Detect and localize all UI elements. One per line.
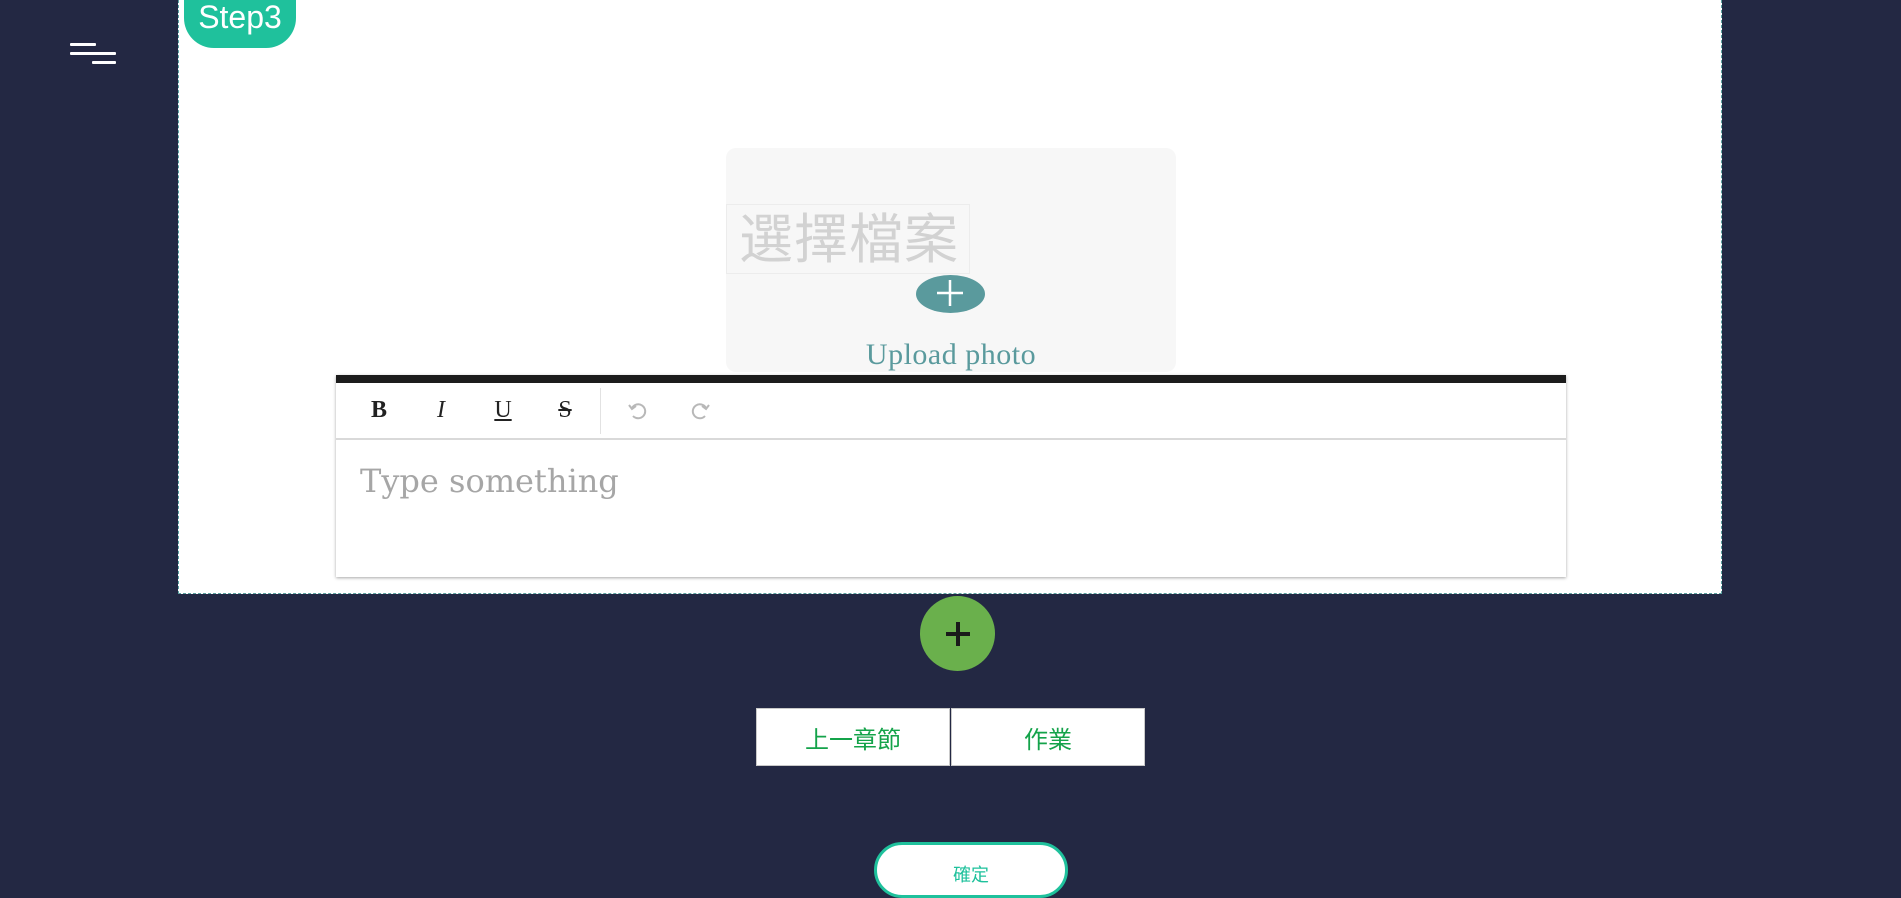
upload-plus-button[interactable] <box>916 275 985 313</box>
confirm-button[interactable]: 確定 <box>874 842 1068 898</box>
strikethrough-button[interactable]: S <box>534 391 596 431</box>
plus-icon <box>937 280 963 306</box>
homework-button[interactable]: 作業 <box>951 708 1145 766</box>
choose-file-button[interactable]: 選擇檔案 <box>726 204 970 274</box>
hamburger-menu-icon[interactable] <box>66 40 120 72</box>
plus-icon <box>946 622 970 646</box>
underline-button[interactable]: U <box>472 391 534 431</box>
menu-line <box>70 52 116 55</box>
undo-icon <box>628 402 647 419</box>
toolbar-divider <box>600 387 601 434</box>
redo-button[interactable] <box>669 391 731 431</box>
menu-line <box>92 61 116 64</box>
previous-chapter-button[interactable]: 上一章節 <box>756 708 950 766</box>
step-badge-label: Step3 <box>198 0 282 35</box>
editor-toolbar: B I U S <box>336 383 1566 440</box>
add-section-button[interactable] <box>920 596 995 671</box>
redo-icon <box>691 402 710 419</box>
menu-line <box>70 43 96 46</box>
photo-upload-area[interactable]: 選擇檔案 Upload photo <box>726 148 1176 372</box>
upload-photo-label: Upload photo <box>865 338 1037 371</box>
step-panel: Step3 選擇檔案 Upload photo B I U S Type som… <box>178 0 1722 594</box>
italic-button[interactable]: I <box>410 391 472 431</box>
editor-content[interactable]: Type something <box>336 440 1566 575</box>
step-badge: Step3 <box>184 0 296 48</box>
rich-text-editor: B I U S Type something <box>336 375 1566 577</box>
bold-button[interactable]: B <box>348 391 410 431</box>
undo-button[interactable] <box>607 391 669 431</box>
